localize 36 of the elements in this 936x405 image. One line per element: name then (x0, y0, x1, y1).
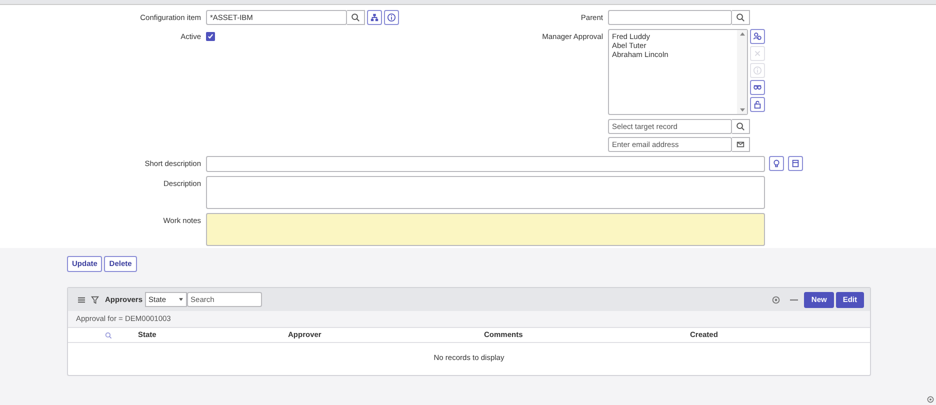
filter-icon[interactable] (91, 296, 99, 304)
lookup-button[interactable] (732, 10, 750, 25)
template-icon (791, 159, 800, 168)
info-icon (752, 66, 762, 75)
lightbulb-icon (772, 159, 781, 168)
caret-icon (178, 298, 183, 301)
template-button[interactable] (788, 156, 803, 171)
short-description-field[interactable] (206, 156, 765, 172)
remove-icon (752, 48, 762, 58)
hierarchy-button[interactable] (366, 10, 382, 25)
lock-icon (752, 100, 762, 108)
add-user-button[interactable] (750, 29, 765, 44)
info-icon (386, 13, 396, 22)
menu-icon[interactable] (78, 296, 85, 302)
scrollbar[interactable] (737, 30, 747, 114)
description-field[interactable] (206, 176, 765, 209)
minimize-icon[interactable] (790, 298, 798, 300)
lookup-button[interactable] (732, 119, 750, 134)
search-icon (736, 13, 745, 22)
search-icon (105, 332, 112, 339)
scroll-up-icon[interactable] (740, 32, 744, 36)
group-button[interactable] (750, 80, 765, 95)
email-button[interactable] (732, 137, 750, 152)
info-button[interactable] (384, 10, 399, 25)
mail-icon (736, 140, 745, 149)
active-checkbox[interactable] (206, 32, 215, 41)
work-notes-field[interactable] (206, 213, 765, 246)
search-icon (351, 13, 360, 22)
suggestion-button[interactable] (769, 156, 784, 171)
lock-button[interactable] (750, 96, 765, 112)
search-icon (736, 122, 745, 131)
lookup-button[interactable] (347, 10, 365, 25)
add-user-icon (752, 32, 762, 41)
parent-field[interactable] (608, 10, 732, 25)
scroll-down-icon[interactable] (740, 108, 744, 112)
hierarchy-icon (370, 13, 379, 22)
